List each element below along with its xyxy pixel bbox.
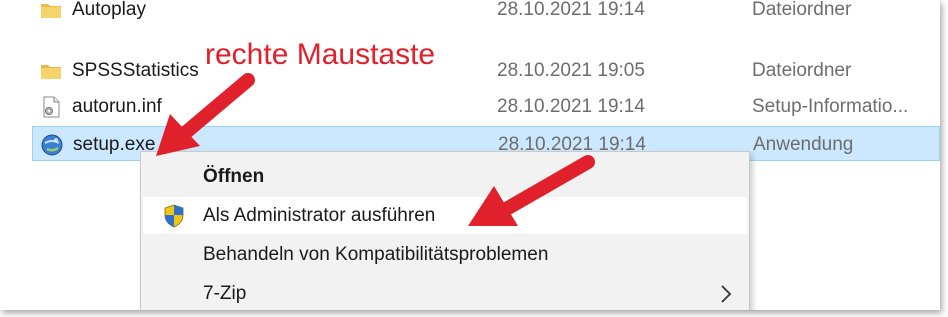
file-type: Anwendung: [753, 134, 854, 155]
file-name: Autoplay: [72, 0, 146, 20]
chevron-right-icon: [721, 285, 732, 303]
file-date: 28.10.2021 19:14: [497, 96, 645, 117]
menu-item-run-as-admin[interactable]: Als Administrator ausführen: [143, 197, 747, 234]
file-type: Setup-Informatio...: [752, 96, 909, 117]
menu-item-7zip[interactable]: 7-Zip: [143, 275, 747, 310]
file-type: Dateiordner: [752, 60, 852, 81]
file-type: Dateiordner: [752, 0, 852, 20]
setup-info-file-icon: [43, 96, 60, 118]
annotation-label: rechte Maustaste: [205, 38, 436, 71]
context-menu: Öffnen Als Administrator ausführen Behan…: [140, 151, 750, 310]
folder-icon: [41, 4, 61, 18]
menu-item-label: Behandeln von Kompatibilitätsproblemen: [203, 244, 549, 265]
explorer-window: Autoplay 28.10.2021 19:14 Dateiordner SP…: [0, 0, 940, 310]
folder-icon: [41, 65, 61, 79]
menu-item-label: Als Administrator ausführen: [203, 205, 436, 226]
file-date: 28.10.2021 19:05: [497, 60, 645, 81]
arrow-to-setup-exe: [156, 73, 255, 156]
file-row-autoplay[interactable]: Autoplay 28.10.2021 19:14 Dateiordner: [32, 0, 940, 35]
file-date: 28.10.2021 19:14: [497, 0, 645, 20]
arrow-to-run-as-admin: [468, 155, 595, 226]
file-name: autorun.inf: [72, 96, 162, 117]
menu-item-label: Öffnen: [203, 166, 265, 187]
uac-shield-icon: [164, 204, 184, 228]
setup-exe-icon: [41, 134, 63, 156]
menu-item-compatibility-troubleshoot[interactable]: Behandeln von Kompatibilitätsproblemen: [143, 236, 747, 273]
menu-item-label: 7-Zip: [203, 283, 247, 304]
menu-item-oeffnen[interactable]: Öffnen: [143, 158, 747, 195]
